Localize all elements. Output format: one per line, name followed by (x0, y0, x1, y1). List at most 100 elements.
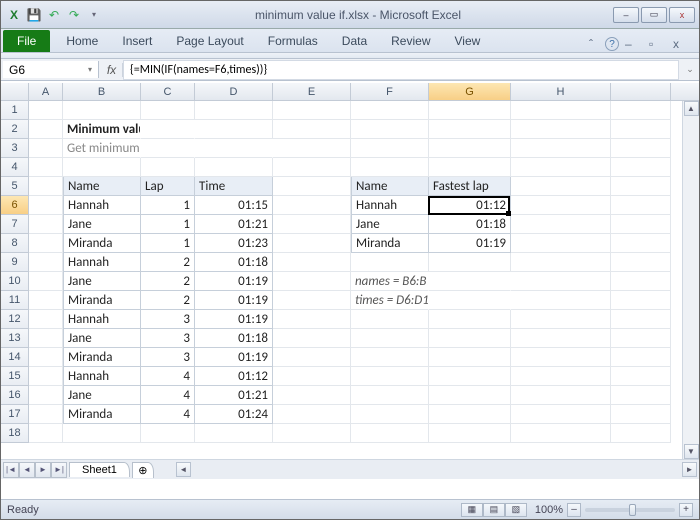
cell[interactable]: 01:18 (429, 215, 511, 234)
zoom-out-button[interactable]: – (567, 503, 581, 517)
cell[interactable] (429, 310, 511, 329)
cell[interactable]: times = D6:D17 (351, 291, 429, 310)
row-header-9[interactable]: 9 (1, 253, 29, 272)
cell[interactable] (429, 386, 511, 405)
cell[interactable] (29, 310, 63, 329)
cell[interactable] (611, 424, 671, 443)
col-header-E[interactable]: E (273, 83, 351, 100)
cell[interactable] (273, 386, 351, 405)
zoom-slider[interactable] (585, 508, 675, 512)
excel-icon[interactable]: X (5, 6, 23, 24)
cell[interactable] (611, 234, 671, 253)
cell[interactable]: 01:15 (195, 196, 273, 215)
cell[interactable] (273, 424, 351, 443)
tab-file[interactable]: File (3, 30, 50, 52)
row-header-14[interactable]: 14 (1, 348, 29, 367)
cell[interactable] (141, 424, 195, 443)
cell[interactable] (511, 367, 611, 386)
zoom-level[interactable]: 100% (535, 504, 563, 516)
cell[interactable]: Jane (351, 215, 429, 234)
cell[interactable]: Fastest lap (429, 177, 511, 196)
cell[interactable] (29, 291, 63, 310)
col-header-A[interactable]: A (29, 83, 63, 100)
tab-view[interactable]: View (443, 30, 493, 52)
cell[interactable]: Hannah (63, 367, 141, 386)
cell[interactable] (273, 139, 351, 158)
row-header-1[interactable]: 1 (1, 101, 29, 120)
redo-icon[interactable]: ↷ (65, 6, 83, 24)
cell[interactable]: Miranda (351, 234, 429, 253)
cell[interactable] (511, 196, 611, 215)
cell[interactable] (273, 215, 351, 234)
row-header-18[interactable]: 18 (1, 424, 29, 443)
cell[interactable] (511, 291, 611, 310)
cell[interactable] (273, 405, 351, 424)
cell[interactable] (29, 367, 63, 386)
cell[interactable]: 1 (141, 215, 195, 234)
scroll-left-button[interactable]: ◄ (176, 462, 191, 477)
tab-insert[interactable]: Insert (110, 30, 164, 52)
cell[interactable] (29, 272, 63, 291)
cell[interactable] (351, 405, 429, 424)
cell[interactable]: 01:21 (195, 386, 273, 405)
cell[interactable] (273, 272, 351, 291)
cell[interactable] (29, 424, 63, 443)
cell[interactable] (511, 177, 611, 196)
cell[interactable] (29, 120, 63, 139)
cell[interactable] (273, 291, 351, 310)
row-header-8[interactable]: 8 (1, 234, 29, 253)
cell[interactable]: 01:19 (429, 234, 511, 253)
cell[interactable] (273, 196, 351, 215)
row-header-15[interactable]: 15 (1, 367, 29, 386)
tab-nav-last[interactable]: ►| (51, 462, 67, 478)
cell[interactable]: Miranda (63, 234, 141, 253)
mdi-minimize-button[interactable]: – (625, 37, 643, 51)
cell[interactable] (429, 253, 511, 272)
cell[interactable]: 01:18 (195, 329, 273, 348)
row-header-16[interactable]: 16 (1, 386, 29, 405)
cell[interactable] (351, 367, 429, 386)
insert-sheet-button[interactable]: ⊕ (132, 462, 154, 478)
maximize-button[interactable]: ▭ (641, 7, 667, 23)
row-header-5[interactable]: 5 (1, 177, 29, 196)
cell[interactable] (429, 291, 511, 310)
cell[interactable] (195, 158, 273, 177)
cell[interactable] (351, 158, 429, 177)
close-button[interactable]: x (669, 7, 695, 23)
vertical-scrollbar[interactable]: ▲ ▼ (682, 101, 699, 459)
cell[interactable] (511, 272, 611, 291)
cell[interactable]: 01:19 (195, 291, 273, 310)
cell[interactable]: Hannah (63, 196, 141, 215)
cell[interactable]: 4 (141, 386, 195, 405)
cell[interactable] (429, 120, 511, 139)
ribbon-minimize-icon[interactable]: ˆ (583, 36, 599, 52)
tab-nav-next[interactable]: ► (35, 462, 51, 478)
col-header-C[interactable]: C (141, 83, 195, 100)
cell[interactable] (273, 348, 351, 367)
cell[interactable]: Jane (63, 215, 141, 234)
sheet-tab-sheet1[interactable]: Sheet1 (69, 462, 130, 477)
formula-input[interactable]: {=MIN(IF(names=F6,times))} (123, 60, 679, 80)
cell[interactable] (351, 348, 429, 367)
tab-pagelayout[interactable]: Page Layout (164, 30, 255, 52)
cell[interactable] (611, 291, 671, 310)
cell[interactable] (273, 234, 351, 253)
tab-home[interactable]: Home (54, 30, 110, 52)
tab-formulas[interactable]: Formulas (256, 30, 330, 52)
cell[interactable] (351, 329, 429, 348)
cell[interactable] (511, 424, 611, 443)
cell[interactable]: 4 (141, 367, 195, 386)
cell[interactable] (511, 405, 611, 424)
cell[interactable] (63, 424, 141, 443)
cell[interactable] (273, 310, 351, 329)
name-box[interactable]: G6 ▾ (3, 61, 99, 78)
cell[interactable] (429, 101, 511, 120)
cell[interactable] (195, 424, 273, 443)
cell[interactable] (611, 253, 671, 272)
view-pagebreak-button[interactable]: ▧ (505, 503, 527, 517)
cell[interactable]: Minimum value if (63, 120, 141, 139)
undo-icon[interactable]: ↶ (45, 6, 63, 24)
cell[interactable] (141, 158, 195, 177)
cell[interactable]: 01:19 (195, 272, 273, 291)
cell[interactable] (29, 234, 63, 253)
